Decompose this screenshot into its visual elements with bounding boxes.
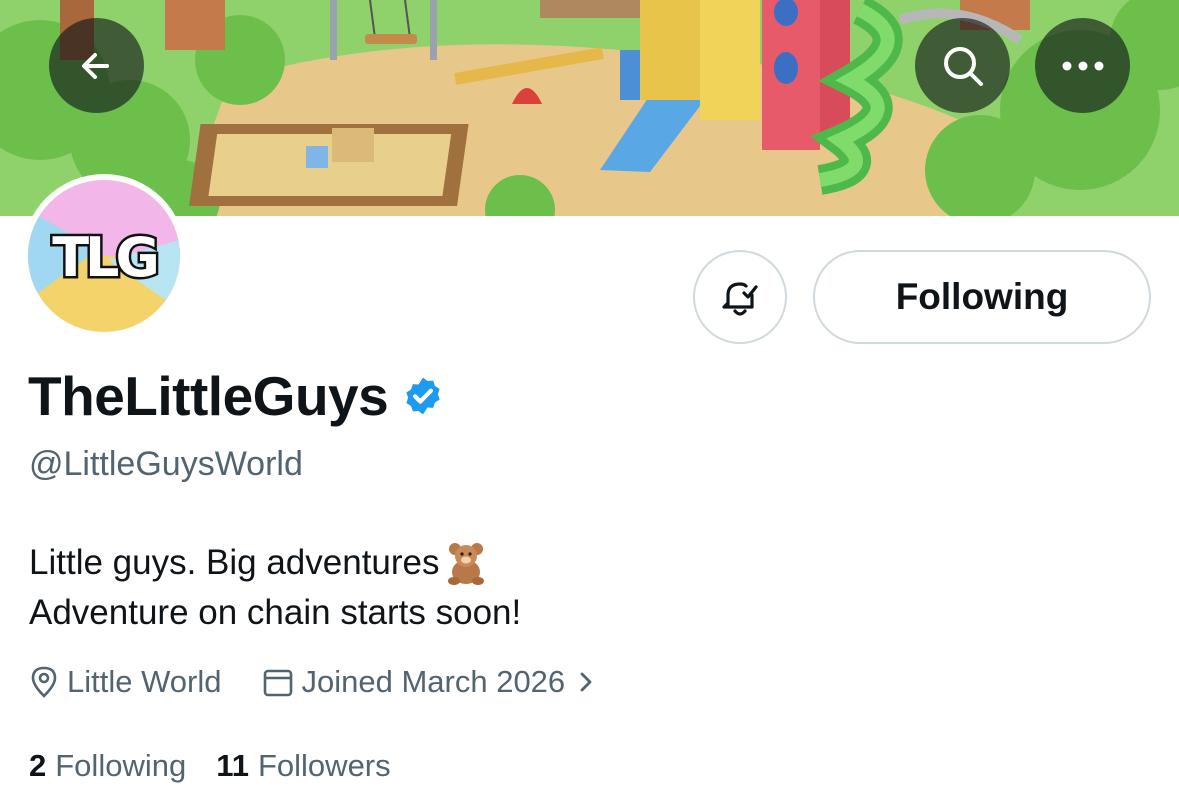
notifications-button[interactable]	[693, 250, 787, 344]
verified-badge-icon[interactable]	[402, 375, 444, 417]
back-button[interactable]	[49, 18, 144, 113]
bell-check-icon	[722, 282, 758, 316]
calendar-icon	[263, 669, 292, 697]
following-button[interactable]: Following	[813, 250, 1151, 344]
display-name: TheLittleGuys	[28, 365, 389, 427]
playground-illustration	[0, 0, 1179, 216]
profile-meta: Little World Joined March 2026	[29, 660, 605, 704]
following-count: 2	[29, 748, 47, 783]
following-label: Following	[55, 748, 187, 783]
teddy-bear-emoji-icon	[447, 543, 484, 585]
chevron-right-icon	[580, 672, 592, 692]
followers-count: 11	[216, 748, 249, 783]
location-text: Little World	[67, 664, 222, 699]
joined-date-item[interactable]: Joined March 2026	[262, 660, 606, 704]
more-horizontal-icon	[1062, 61, 1103, 70]
followers-count-link[interactable]: 11 Followers	[216, 744, 390, 788]
location-item: Little World	[29, 660, 222, 704]
bio-line-1: Little guys. Big adventures	[29, 543, 440, 582]
profile-bio: Little guys. Big adventures Adventure on…	[29, 538, 521, 638]
profile-name-row: TheLittleGuys	[28, 364, 444, 428]
profile-stats: 2 Following 11 Followers	[29, 744, 391, 788]
joined-date-text: Joined March 2026	[301, 664, 566, 699]
more-options-button[interactable]	[1035, 18, 1130, 113]
search-icon	[943, 46, 983, 86]
search-button[interactable]	[915, 18, 1010, 113]
bio-line-2: Adventure on chain starts soon!	[29, 593, 522, 632]
avatar-image: TLG	[28, 180, 180, 332]
location-pin-icon	[31, 666, 57, 698]
tlg-logo: TLG	[28, 180, 180, 332]
following-count-link[interactable]: 2 Following	[29, 744, 186, 788]
arrow-left-icon	[81, 52, 109, 79]
followers-label: Followers	[257, 748, 391, 783]
logo-text: TLG	[52, 226, 156, 289]
profile-handle: @LittleGuysWorld	[29, 445, 303, 483]
avatar[interactable]: TLG	[22, 174, 186, 338]
profile-banner[interactable]	[0, 0, 1179, 216]
